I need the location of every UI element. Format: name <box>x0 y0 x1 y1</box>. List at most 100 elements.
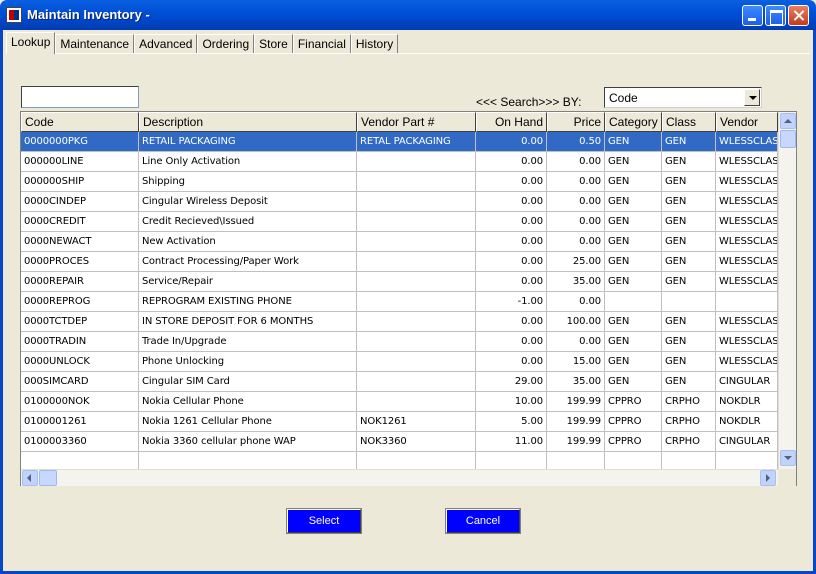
cancel-button[interactable]: Cancel <box>445 508 521 534</box>
tab-advanced[interactable]: Advanced <box>134 34 198 54</box>
search-input[interactable] <box>21 86 139 108</box>
table-row[interactable]: 0000REPROG REPROGRAM EXISTING PHONE -1.00 0… <box>21 292 778 312</box>
tab-lookup[interactable]: Lookup <box>6 32 56 54</box>
cell-code: 000000SHIP <box>21 172 139 192</box>
cell-description <box>139 452 357 470</box>
cell-category: GEN <box>605 312 662 332</box>
search-by-value: Code <box>609 91 638 105</box>
tab-financial[interactable]: Financial <box>292 34 351 54</box>
cell-description: Credit Recieved\Issued <box>139 212 357 232</box>
table-row[interactable]: 0000TCTDEP IN STORE DEPOSIT FOR 6 MONTHS 0… <box>21 312 778 332</box>
table-row[interactable]: 0100003360 Nokia 3360 cellular phone WAP N… <box>21 432 778 452</box>
cell-price: 0.00 <box>547 152 605 172</box>
scroll-left-icon[interactable] <box>22 470 38 486</box>
cell-vendor: WLESSCLAS <box>716 132 778 152</box>
cell-price: 0.00 <box>547 192 605 212</box>
table-row[interactable]: 000SIMCARD Cingular SIM Card 29.00 35.00 GEN… <box>21 372 778 392</box>
table-row[interactable]: 0000NEWACT New Activation 0.00 0.00 GEN GEN WL… <box>21 232 778 252</box>
cell-vendor-part <box>357 452 476 470</box>
cell-vendor-part <box>357 372 476 392</box>
cell-price: 0.00 <box>547 212 605 232</box>
column-header-price[interactable]: Price <box>547 112 605 132</box>
scrollbar-corner <box>778 469 796 486</box>
column-header-category[interactable]: Category <box>605 112 662 132</box>
cell-code: 0000REPROG <box>21 292 139 312</box>
table-row[interactable]: 0000PROCES Contract Processing/Paper Work… <box>21 252 778 272</box>
maximize-button[interactable] <box>765 5 786 26</box>
search-by-select[interactable]: Code <box>604 87 762 108</box>
cell-code: 0000TRADIN <box>21 332 139 352</box>
column-header-code[interactable]: Code <box>21 112 139 132</box>
window-title: Maintain Inventory - <box>27 7 150 22</box>
column-header-description[interactable]: Description <box>139 112 357 132</box>
search-by-label: <<< Search>>> BY: <box>476 95 582 109</box>
cell-vendor: WLESSCLAS <box>716 352 778 372</box>
chevron-down-icon[interactable] <box>744 89 760 106</box>
scroll-right-icon[interactable] <box>760 470 776 486</box>
table-row[interactable]: 0100001261 Nokia 1261 Cellular Phone NOK12… <box>21 412 778 432</box>
cell-code: 0000CREDIT <box>21 212 139 232</box>
cell-price: 199.99 <box>547 432 605 452</box>
cell-category: GEN <box>605 232 662 252</box>
cell-on-hand: 0.00 <box>476 152 547 172</box>
cell-description: IN STORE DEPOSIT FOR 6 MONTHS <box>139 312 357 332</box>
tab-ordering[interactable]: Ordering <box>197 34 255 54</box>
column-header-vendor[interactable]: Vendor <box>716 112 778 132</box>
cell-vendor-part <box>357 212 476 232</box>
table-row[interactable]: 0000TRADIN Trade In/Upgrade 0.00 0.00 GEN GEN… <box>21 332 778 352</box>
cell-vendor-part: RETAL PACKAGING <box>357 132 476 152</box>
select-button[interactable]: Select <box>286 508 362 534</box>
cell-class: GEN <box>662 152 716 172</box>
vertical-scroll-thumb[interactable] <box>780 130 796 148</box>
tab-maintenance[interactable]: Maintenance <box>55 34 135 54</box>
cell-vendor: WLESSCLAS <box>716 252 778 272</box>
cell-price: 0.00 <box>547 172 605 192</box>
column-header-class[interactable]: Class <box>662 112 716 132</box>
app-icon <box>6 7 22 23</box>
table-row[interactable]: 0000UNLOCK Phone Unlocking 0.00 15.00 GEN GEN… <box>21 352 778 372</box>
table-row[interactable]: 0000CINDEP Cingular Wireless Deposit 0.00 0… <box>21 192 778 212</box>
cell-class: GEN <box>662 352 716 372</box>
cell-price: 199.99 <box>547 412 605 432</box>
cell-on-hand: 10.00 <box>476 392 547 412</box>
cell-description: REPROGRAM EXISTING PHONE <box>139 292 357 312</box>
table-row[interactable]: 000000LINE Line Only Activation 0.00 0.00 GE… <box>21 152 778 172</box>
minimize-button[interactable] <box>742 5 763 26</box>
cell-description: Trade In/Upgrade <box>139 332 357 352</box>
cell-vendor: WLESSCLAS <box>716 212 778 232</box>
cell-vendor: WLESSCLAS <box>716 272 778 292</box>
cell-category: GEN <box>605 252 662 272</box>
scroll-down-icon[interactable] <box>780 450 796 466</box>
table-row[interactable]: 000000SHIP Shipping 0.00 0.00 GEN GEN WLESSCLA… <box>21 172 778 192</box>
cell-class: GEN <box>662 232 716 252</box>
close-button[interactable] <box>788 5 809 26</box>
title-bar[interactable]: Maintain Inventory - <box>0 0 816 30</box>
cell-class: GEN <box>662 372 716 392</box>
cell-vendor: WLESSCLAS <box>716 152 778 172</box>
column-header-on-hand[interactable]: On Hand <box>476 112 547 132</box>
tab-history[interactable]: History <box>350 34 399 54</box>
vertical-scrollbar[interactable] <box>778 112 796 469</box>
table-row[interactable]: 0000CREDIT Credit Recieved\Issued 0.00 0.00… <box>21 212 778 232</box>
cell-on-hand: 0.00 <box>476 232 547 252</box>
cell-vendor: WLESSCLAS <box>716 172 778 192</box>
cell-vendor <box>716 292 778 312</box>
table-row[interactable]: 0000REPAIR Service/Repair 0.00 35.00 GEN GEN W… <box>21 272 778 292</box>
cell-category: GEN <box>605 272 662 292</box>
tab-store[interactable]: Store <box>254 34 293 54</box>
inventory-grid: Code Description Vendor Part # On Hand Price… <box>20 111 797 486</box>
horizontal-scrollbar[interactable] <box>21 469 778 486</box>
table-row[interactable]: 0100000NOK Nokia Cellular Phone 10.00 199.9… <box>21 392 778 412</box>
cell-class: GEN <box>662 272 716 292</box>
column-header-vendor-part[interactable]: Vendor Part # <box>357 112 476 132</box>
cell-vendor: CINGULAR <box>716 432 778 452</box>
horizontal-scroll-thumb[interactable] <box>39 470 57 486</box>
cell-on-hand: 5.00 <box>476 412 547 432</box>
scroll-up-icon[interactable] <box>780 113 796 129</box>
cell-class: GEN <box>662 132 716 152</box>
table-row[interactable]: 0000000PKG RETAIL PACKAGING RETAL PACKAGIN… <box>21 132 778 152</box>
cell-vendor: NOKDLR <box>716 392 778 412</box>
table-row[interactable] <box>21 452 778 470</box>
cell-description: Line Only Activation <box>139 152 357 172</box>
cell-code: 0000REPAIR <box>21 272 139 292</box>
